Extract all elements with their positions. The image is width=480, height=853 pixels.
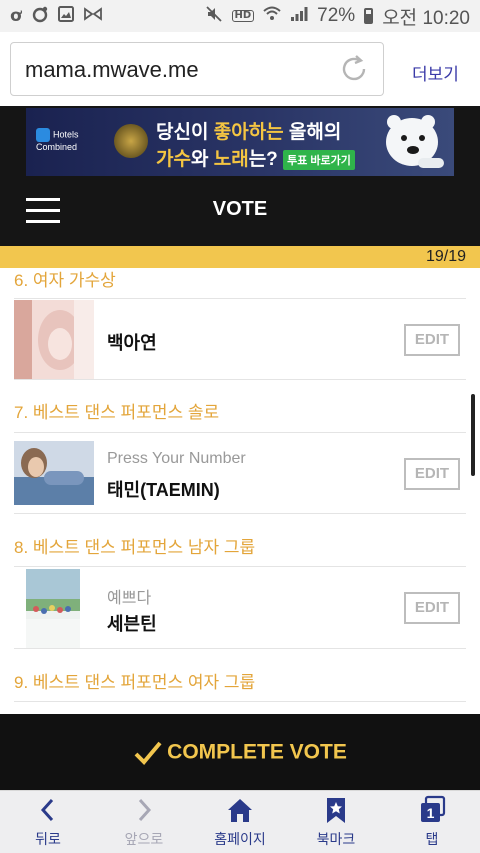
nominee-row[interactable]: Press Your Number 태민(TAEMIN) EDIT <box>14 434 466 516</box>
nominee-row[interactable]: 백아연 EDIT <box>14 299 466 381</box>
edit-button[interactable]: EDIT <box>404 324 460 356</box>
nominee-photo <box>14 300 94 380</box>
nav-home-label: 홈페이지 <box>214 831 266 847</box>
nominee-song: Press Your Number <box>107 450 246 467</box>
o-icon: ơ <box>10 5 22 26</box>
category-heading: 7. 베스트 댄스 퍼포먼스 솔로 <box>14 403 220 422</box>
browser-bottom-nav: 뒤로 앞으로 홈페이지 북마크 1 탭 <box>0 790 480 853</box>
more-menu-button[interactable]: 더보기 <box>412 60 459 85</box>
mama-logo <box>114 124 148 158</box>
browser-toolbar: mama.mwave.me 더보기 <box>0 32 480 106</box>
back-arrow-icon <box>40 798 54 822</box>
nav-back[interactable]: 뒤로 <box>0 791 96 853</box>
home-icon <box>228 799 252 822</box>
nav-forward[interactable]: 앞으로 <box>96 791 192 853</box>
circle-dot-icon <box>31 5 49 28</box>
hotels-combined-logo: Hotels Combined <box>36 128 79 152</box>
nav-bookmarks[interactable]: 북마크 <box>288 791 384 853</box>
image-icon <box>57 5 74 27</box>
nominee-row[interactable]: 예쁘다 세븐틴 EDIT <box>14 568 466 650</box>
nav-tabs-label: 탭 <box>425 831 439 847</box>
status-left: ơ <box>10 5 103 28</box>
page-header: Hotels Combined 당신이 좋아하는 올해의 가수와 노래는? 투표… <box>0 106 480 246</box>
divider <box>14 432 466 433</box>
vote-list[interactable]: 6. 여자 가수상 백아연 EDIT 7. 베스트 댄스 퍼포먼스 솔로 Pre… <box>0 268 480 714</box>
banner-headline-2: 가수와 노래는? 투표 바로가기 <box>156 144 355 171</box>
banner-headline-1: 당신이 좋아하는 올해의 <box>156 122 342 143</box>
checkmark-icon <box>134 741 162 765</box>
hd-icon: HD <box>231 10 255 22</box>
polar-bear-mascot-icon <box>386 115 444 168</box>
nav-bookmarks-label: 북마크 <box>316 831 356 847</box>
wifi-icon <box>263 6 281 27</box>
scrollbar[interactable] <box>471 394 475 476</box>
app-root: ơ HD 72% 오전 10:20 mama.mwave.me 더보기 Hote… <box>0 0 480 853</box>
banner-vote-button[interactable]: 투표 바로가기 <box>283 149 355 170</box>
nav-back-label: 뒤로 <box>35 831 61 847</box>
signal-icon <box>290 6 308 27</box>
vote-progress-count: 19/19 <box>425 248 466 265</box>
complete-vote-label-row: COMPLETE VOTE <box>0 740 480 766</box>
reload-icon[interactable] <box>339 54 369 84</box>
divider <box>14 513 466 514</box>
bowtie-icon <box>83 6 103 27</box>
category-heading: 6. 여자 가수상 <box>14 271 116 290</box>
nav-tabs[interactable]: 1 탭 <box>384 791 480 853</box>
clock: 오전 10:20 <box>382 7 470 29</box>
mute-icon <box>205 5 223 28</box>
nav-forward-label: 앞으로 <box>124 831 164 847</box>
nominee-photo <box>26 569 80 649</box>
nav-home[interactable]: 홈페이지 <box>192 791 288 853</box>
battery-percent: 72% <box>317 5 356 26</box>
url-text[interactable]: mama.mwave.me <box>25 57 199 83</box>
status-bar: ơ HD 72% 오전 10:20 <box>0 0 480 32</box>
edit-button[interactable]: EDIT <box>404 458 460 490</box>
svg-text:1: 1 <box>427 805 435 821</box>
nominee-name: 세븐틴 <box>107 614 157 634</box>
ad-banner[interactable]: Hotels Combined 당신이 좋아하는 올해의 가수와 노래는? 투표… <box>26 108 454 176</box>
url-field[interactable]: mama.mwave.me <box>10 42 384 96</box>
page-title: VOTE <box>212 198 268 220</box>
status-right: HD 72% 오전 10:20 <box>205 3 470 30</box>
nominee-song: 예쁘다 <box>107 590 152 607</box>
bookmark-star-icon <box>327 798 345 823</box>
divider <box>14 379 466 380</box>
forward-arrow-icon <box>138 798 152 822</box>
tabs-icon: 1 <box>421 795 446 822</box>
edit-button[interactable]: EDIT <box>404 592 460 624</box>
complete-vote-label: COMPLETE VOTE <box>167 740 347 764</box>
battery-icon <box>364 8 374 24</box>
nominee-photo <box>14 441 94 505</box>
divider <box>14 701 466 702</box>
category-heading: 9. 베스트 댄스 퍼포먼스 여자 그룹 <box>14 673 256 692</box>
vote-progress-bar: 19/19 <box>0 246 480 268</box>
nominee-name: 백아연 <box>107 333 157 353</box>
nominee-name: 태민(TAEMIN) <box>107 480 220 500</box>
divider <box>14 566 466 567</box>
divider <box>14 648 466 649</box>
complete-vote-button[interactable]: COMPLETE VOTE <box>0 714 480 790</box>
category-heading: 8. 베스트 댄스 퍼포먼스 남자 그룹 <box>14 538 256 557</box>
hotels-combined-mark-icon <box>36 128 50 142</box>
